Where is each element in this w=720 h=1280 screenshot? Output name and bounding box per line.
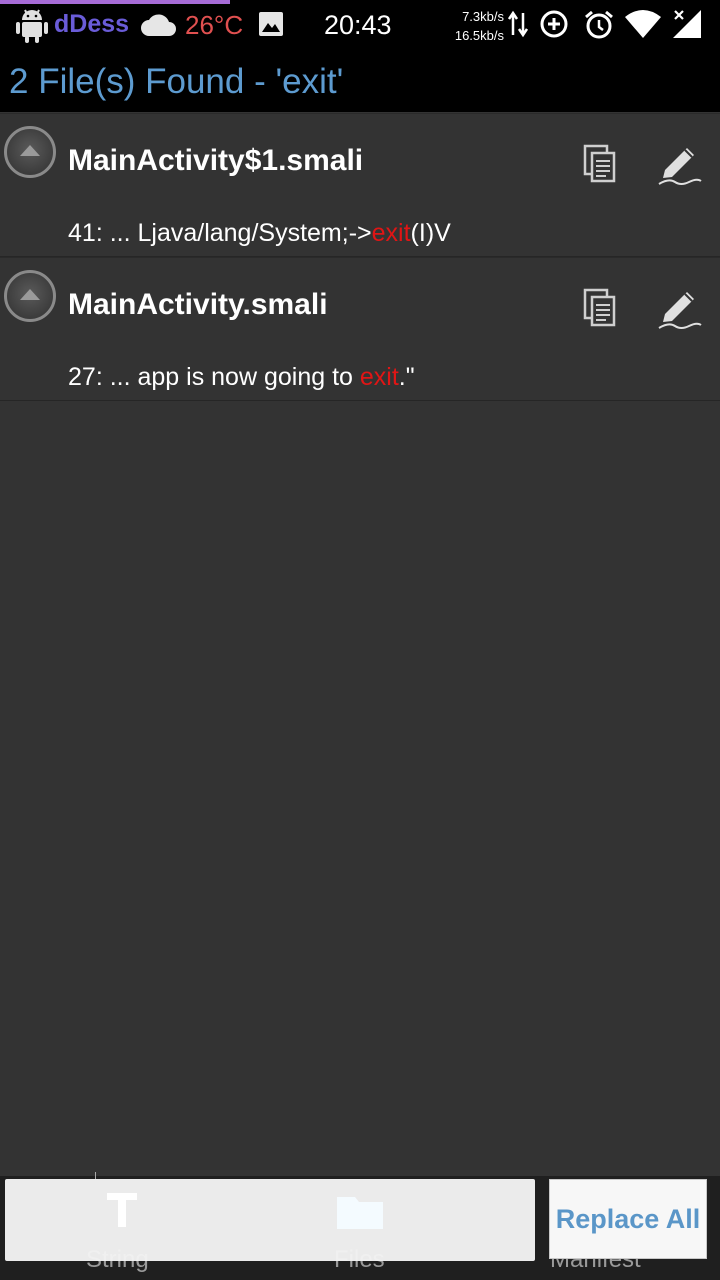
image-icon bbox=[258, 11, 284, 42]
chevron-up-icon bbox=[20, 145, 40, 156]
download-speed: 16.5kb/s bbox=[454, 28, 504, 43]
network-speed: 7.3kb/s 16.5kb/s bbox=[440, 7, 504, 45]
match-term: exit bbox=[371, 219, 411, 247]
match-text: 27: ... app is now going to exit." bbox=[68, 363, 415, 392]
title-bar: 2 File(s) Found - 'exit' bbox=[0, 50, 720, 112]
status-time: 20:43 bbox=[324, 10, 392, 40]
replace-all-button[interactable]: Replace All bbox=[549, 1179, 707, 1259]
result-file-row[interactable]: MainActivity.smali bbox=[0, 257, 720, 355]
data-saver-icon bbox=[539, 9, 569, 44]
cloud-icon bbox=[140, 12, 178, 43]
match-term: exit bbox=[359, 363, 399, 391]
match-row[interactable]: 27: ... app is now going to exit." bbox=[0, 354, 720, 401]
chevron-up-icon bbox=[20, 289, 40, 300]
line-number: 41 bbox=[68, 219, 96, 247]
file-name: MainActivity.smali bbox=[68, 288, 328, 321]
wifi-icon bbox=[624, 9, 662, 44]
collapse-button[interactable] bbox=[4, 126, 56, 178]
edit-icon[interactable] bbox=[655, 140, 703, 188]
line-number: 27 bbox=[68, 363, 96, 391]
match-row[interactable]: 41: ... Ljava/lang/System;->exit(I)V bbox=[0, 210, 720, 257]
data-arrows-icon bbox=[507, 9, 529, 44]
match-prefix: : ... app is now going to bbox=[95, 363, 360, 391]
match-suffix: ." bbox=[398, 363, 415, 391]
signal-icon bbox=[672, 9, 702, 44]
result-file-row[interactable]: MainActivity$1.smali bbox=[0, 113, 720, 211]
progress-indicator bbox=[0, 0, 230, 4]
android-icon bbox=[14, 6, 50, 49]
copy-icon[interactable] bbox=[580, 288, 620, 328]
upload-speed: 7.3kb/s bbox=[462, 9, 504, 24]
match-text: 41: ... Ljava/lang/System;->exit(I)V bbox=[68, 219, 451, 248]
folder-icon bbox=[335, 1193, 385, 1236]
alarm-icon bbox=[583, 9, 615, 46]
collapse-button[interactable] bbox=[4, 270, 56, 322]
edit-icon[interactable] bbox=[655, 284, 703, 332]
page-title: 2 File(s) Found - 'exit' bbox=[9, 62, 344, 101]
status-temperature: 26°C bbox=[185, 10, 244, 40]
copy-icon[interactable] bbox=[580, 144, 620, 184]
match-suffix: (I)V bbox=[410, 219, 451, 247]
file-name: MainActivity$1.smali bbox=[68, 144, 364, 177]
match-prefix: : ... Ljava/lang/System;-> bbox=[95, 219, 372, 247]
replace-all-label: Replace All bbox=[555, 1204, 701, 1234]
status-app-name: dDess bbox=[54, 10, 130, 38]
divider bbox=[95, 1172, 96, 1179]
text-icon bbox=[105, 1191, 139, 1234]
bottom-overlay-panel bbox=[5, 1179, 535, 1261]
status-bar: dDess 26°C 20:43 7.3kb/s 16.5kb/s bbox=[0, 0, 720, 50]
